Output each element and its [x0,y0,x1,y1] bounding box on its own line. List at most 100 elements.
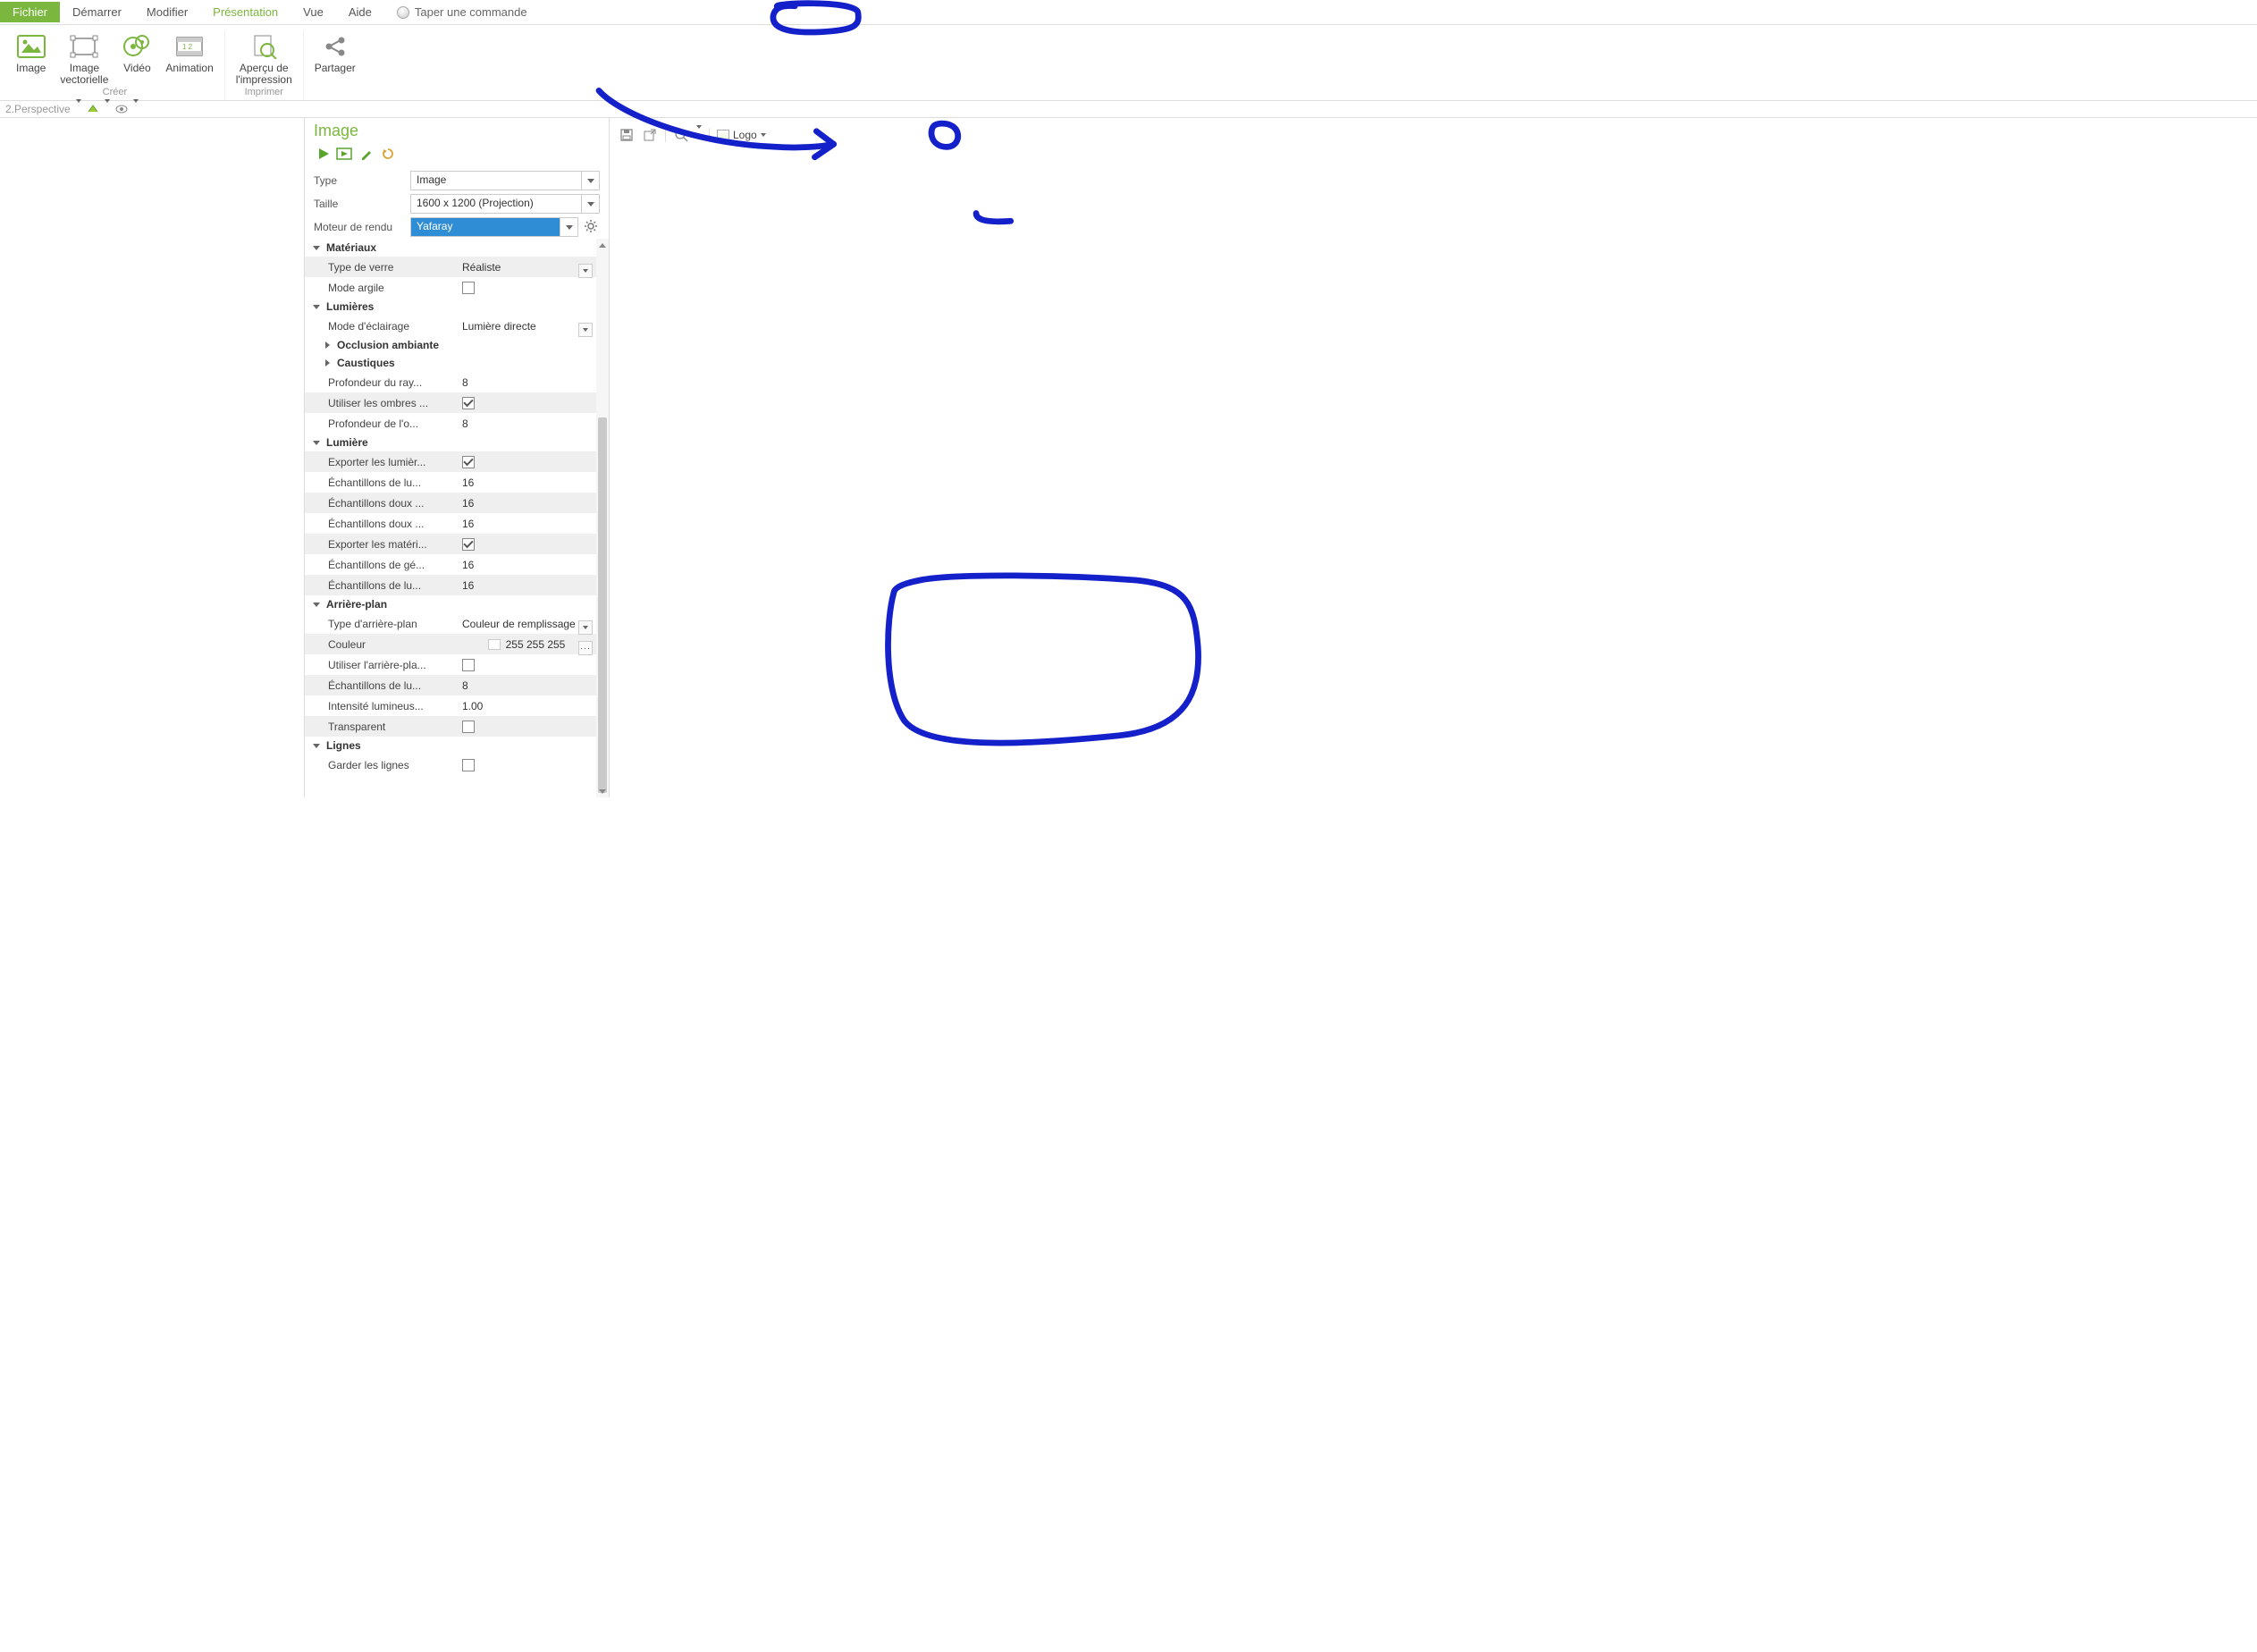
utiliser-arriere-label: Utiliser l'arrière-pla... [305,659,457,671]
perspective-dropdown3-icon[interactable] [133,103,139,115]
row-couleur: Couleur 255 255 255 ··· [305,634,596,654]
image-panel: Image Type Image [304,118,610,797]
exporter-mat-checkbox[interactable] [462,538,475,551]
moteur-row: Moteur de rendu Yafaray [305,215,609,239]
utiliser-ombres-checkbox[interactable] [462,397,475,409]
chevron-down-icon[interactable] [578,323,593,337]
perspective-label[interactable]: 2.Perspective [5,103,71,115]
menu-aide[interactable]: Aide [336,2,384,22]
separator [709,128,710,142]
ech-ge-value[interactable]: 16 [457,559,474,571]
render-play-button[interactable] [314,144,333,164]
group-materiaux[interactable]: Matériaux [305,239,596,257]
group-lumieres[interactable]: Lumières [305,298,596,316]
garder-lignes-checkbox[interactable] [462,759,475,771]
perspective-dropdown-icon[interactable] [76,103,81,115]
menu-vue[interactable]: Vue [291,2,336,22]
prof-rayon-value[interactable]: 8 [457,376,468,389]
ech-doux2-value[interactable]: 16 [457,518,474,530]
moteur-combo[interactable]: Yafaray [410,217,578,237]
row-type-verre: Type de verre Réaliste [305,257,596,277]
ellipsis-button[interactable]: ··· [578,641,593,655]
ribbon-group-creer: Image Image vectorielle Vidéo 1 2 Animat… [5,30,225,100]
type-verre-value[interactable]: Réaliste [457,261,501,274]
row-garder-lignes: Garder les lignes [305,754,596,775]
type-verre-label: Type de verre [305,261,457,274]
ribbon-video-button[interactable]: Vidéo [115,30,158,86]
ech-ge-label: Échantillons de gé... [305,559,457,571]
chevron-down-icon [581,172,599,190]
row-type-arriere: Type d'arrière-plan Couleur de remplissa… [305,613,596,634]
perspective-eye-icon[interactable] [115,103,128,115]
menu-demarrer[interactable]: Démarrer [60,2,134,22]
render-refresh-button[interactable] [378,144,398,164]
chevron-down-icon [581,195,599,213]
scroll-down-button[interactable] [596,785,609,797]
group-occlusion[interactable]: Occlusion ambiante [305,336,596,354]
menu-fichier[interactable]: Fichier [0,2,60,22]
main-area: Image Type Image [0,118,2257,797]
group-lumiere[interactable]: Lumière [305,434,596,451]
group-arriere-plan[interactable]: Arrière-plan [305,595,596,613]
perspective-dropdown2-icon[interactable] [105,103,110,115]
mode-eclairage-value[interactable]: Lumière directe [457,320,536,333]
ech-lu2-value[interactable]: 16 [457,579,474,592]
transparent-checkbox[interactable] [462,721,475,733]
ech-lum-value[interactable]: 16 [457,476,474,489]
export-icon[interactable] [642,127,658,143]
couleur-label: Couleur [305,638,457,651]
exporter-lum-label: Exporter les lumièr... [305,456,457,468]
type-arriere-value[interactable]: Couleur de remplissage [457,618,576,630]
logo-toggle[interactable]: Logo [717,129,766,141]
color-swatch [488,639,501,650]
ribbon-apercu-impression-button[interactable]: Aperçu de l'impression [229,30,299,86]
chevron-down-icon[interactable] [578,620,593,635]
ech-lu2-label: Échantillons de lu... [305,579,457,592]
row-mode-eclairage: Mode d'éclairage Lumière directe [305,316,596,336]
zoom-icon[interactable] [673,127,689,143]
group-caustiques[interactable]: Caustiques [305,354,596,372]
zoom-dropdown-icon[interactable] [696,129,702,142]
render-region-button[interactable] [335,144,355,164]
scroll-up-button[interactable] [596,239,609,251]
menu-presentation[interactable]: Présentation [200,2,291,22]
ribbon-image-button[interactable]: Image [9,30,53,86]
ribbon-animation-label: Animation [165,61,213,86]
group-lignes[interactable]: Lignes [305,737,596,754]
couleur-value[interactable]: 255 255 255 [506,638,566,651]
type-combo[interactable]: Image [410,171,600,190]
moteur-settings-button[interactable] [582,217,600,235]
ribbon: Image Image vectorielle Vidéo 1 2 Animat… [0,25,2257,101]
taille-combo[interactable]: 1600 x 1200 (Projection) [410,194,600,214]
render-edit-button[interactable] [357,144,376,164]
prof-ombre-value[interactable]: 8 [457,417,468,430]
ribbon-partager-button[interactable]: Partager [307,30,363,86]
command-box[interactable]: Taper une commande [397,5,527,19]
mode-argile-checkbox[interactable] [462,282,475,294]
ribbon-image-vectorielle-button[interactable]: Image vectorielle [53,30,115,86]
arriere-ech-value[interactable]: 8 [457,679,468,692]
preview-toolbar: Logo [619,123,2248,147]
exporter-lum-checkbox[interactable] [462,456,475,468]
lightbulb-icon [397,6,409,19]
ribbon-video-label: Vidéo [123,61,150,86]
menu-modifier[interactable]: Modifier [134,2,200,22]
intensite-value[interactable]: 1.00 [457,700,483,712]
ech-doux2-label: Échantillons doux ... [305,518,457,530]
ribbon-apercu-impression-label: Aperçu de l'impression [236,61,292,86]
prof-ombre-label: Profondeur de l'o... [305,417,457,430]
ech-doux1-value[interactable]: 16 [457,497,474,510]
ribbon-animation-button[interactable]: 1 2 Animation [158,30,220,86]
video-icon [122,32,151,61]
moteur-value: Yafaray [411,218,560,236]
save-icon[interactable] [619,127,635,143]
row-utiliser-ombres: Utiliser les ombres ... [305,392,596,413]
properties-scrollbar[interactable] [596,239,609,797]
chevron-down-icon [560,218,577,236]
utiliser-arriere-checkbox[interactable] [462,659,475,671]
type-label: Type [314,174,410,187]
row-prof-ombre: Profondeur de l'o... 8 [305,413,596,434]
perspective-view-icon[interactable] [87,103,99,115]
scroll-thumb[interactable] [598,417,607,793]
chevron-down-icon[interactable] [578,264,593,278]
